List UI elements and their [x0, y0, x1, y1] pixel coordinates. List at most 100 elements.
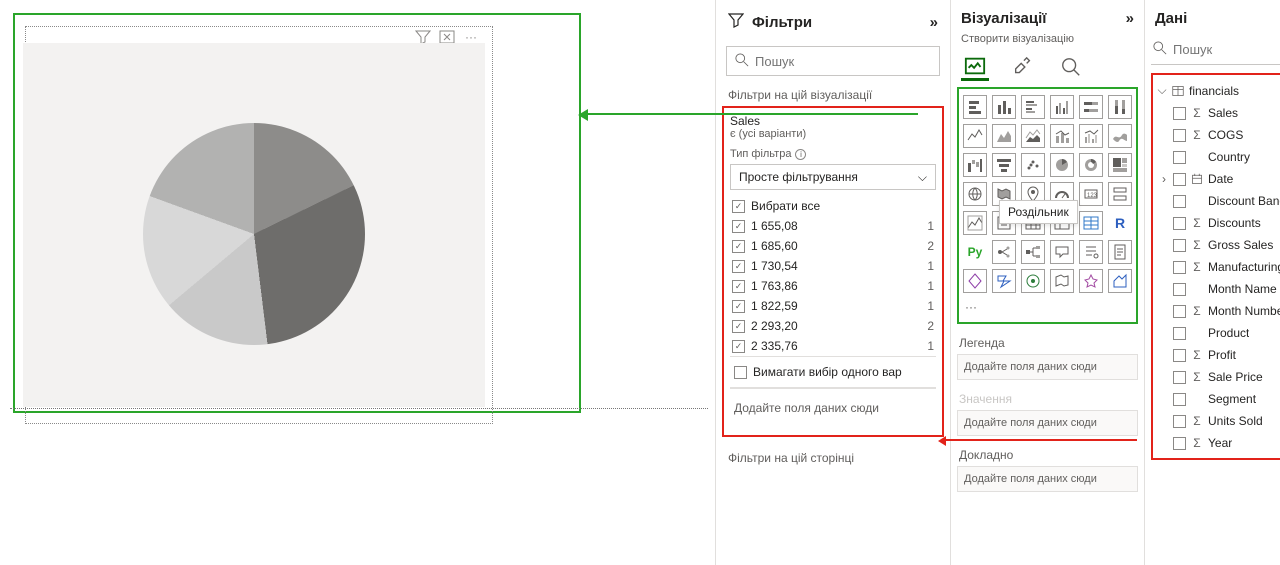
checkbox-icon[interactable]: [1173, 217, 1186, 230]
checkbox-icon[interactable]: [1173, 393, 1186, 406]
viz-waterfall[interactable]: [963, 153, 987, 177]
filters-search-input[interactable]: [755, 54, 931, 69]
viz-python[interactable]: Py: [963, 240, 987, 264]
checkbox-icon[interactable]: ✓: [732, 320, 745, 333]
legend-drop[interactable]: Додайте поля даних сюди: [957, 354, 1138, 380]
viz-donut[interactable]: [1079, 153, 1103, 177]
filter-value-row[interactable]: ✓1 763,861: [730, 276, 936, 296]
field-row[interactable]: ΣSale Price: [1155, 366, 1280, 388]
viz-map[interactable]: [963, 182, 987, 206]
checkbox-icon[interactable]: [1173, 305, 1186, 318]
checkbox-icon[interactable]: ✓: [732, 200, 745, 213]
viz-paginated-report[interactable]: [1108, 240, 1132, 264]
checkbox-icon[interactable]: [1173, 173, 1186, 186]
checkbox-icon[interactable]: ✓: [732, 220, 745, 233]
viz-100-stacked-column[interactable]: [1108, 95, 1132, 119]
more-visuals[interactable]: ···: [963, 298, 1132, 316]
filter-value-row[interactable]: ✓2 335,761: [730, 336, 936, 356]
field-row[interactable]: ›Date: [1155, 168, 1280, 190]
chevron-right-icon[interactable]: ›: [1159, 172, 1169, 186]
checkbox-icon[interactable]: [1173, 349, 1186, 362]
viz-ribbon[interactable]: [1108, 124, 1132, 148]
data-search[interactable]: [1151, 37, 1280, 65]
field-row[interactable]: Discount Band: [1155, 190, 1280, 212]
filters-search[interactable]: [726, 46, 940, 76]
viz-funnel[interactable]: [992, 153, 1016, 177]
tab-analytics[interactable]: [1057, 53, 1085, 81]
chevron-down-icon[interactable]: ⌵: [1157, 83, 1167, 98]
viz-multi-row-card[interactable]: [1108, 182, 1132, 206]
field-row[interactable]: ΣSales: [1155, 102, 1280, 124]
checkbox-icon[interactable]: [1173, 437, 1186, 450]
checkbox-icon[interactable]: [1173, 129, 1186, 142]
viz-r-script[interactable]: R: [1108, 211, 1132, 235]
expand-icon[interactable]: »: [930, 14, 938, 31]
pie-chart-visual[interactable]: [23, 43, 485, 407]
data-search-input[interactable]: [1173, 42, 1280, 57]
require-single-selection[interactable]: Вимагати вибір одного вар: [730, 356, 936, 388]
field-row[interactable]: Segment: [1155, 388, 1280, 410]
filter-value-row[interactable]: ✓1 822,591: [730, 296, 936, 316]
viz-shape-map[interactable]: [1050, 269, 1074, 293]
filter-value-row[interactable]: ✓1 685,602: [730, 236, 936, 256]
viz-arc-gis[interactable]: [1021, 269, 1045, 293]
viz-treemap[interactable]: [1108, 153, 1132, 177]
checkbox-icon[interactable]: ✓: [732, 240, 745, 253]
checkbox-icon[interactable]: [1173, 283, 1186, 296]
viz-kpi[interactable]: [963, 211, 987, 235]
viz-area[interactable]: [992, 124, 1016, 148]
checkbox-icon[interactable]: ✓: [732, 260, 745, 273]
viz-clustered-bar[interactable]: [1021, 95, 1045, 119]
table-header-row[interactable]: ⌵ financials: [1155, 79, 1280, 102]
viz-stacked-bar[interactable]: [963, 95, 987, 119]
filter-value-row[interactable]: ✓1 655,081: [730, 216, 936, 236]
field-row[interactable]: Product: [1155, 322, 1280, 344]
checkbox-icon[interactable]: [1173, 151, 1186, 164]
values-drop[interactable]: Додайте поля даних сюди: [957, 410, 1138, 436]
field-row[interactable]: ΣYear: [1155, 432, 1280, 454]
checkbox-icon[interactable]: ✓: [732, 300, 745, 313]
field-row[interactable]: ΣDiscounts: [1155, 212, 1280, 234]
details-drop[interactable]: Додайте поля даних сюди: [957, 466, 1138, 492]
viz-line-stacked-column[interactable]: [1050, 124, 1074, 148]
checkbox-icon[interactable]: [1173, 261, 1186, 274]
checkbox-icon[interactable]: [734, 366, 747, 379]
add-fields-drop[interactable]: Додайте поля даних сюди: [730, 388, 936, 427]
filter-field-name[interactable]: Sales: [730, 114, 936, 128]
viz-decomposition-tree[interactable]: [1021, 240, 1045, 264]
viz-qa[interactable]: [1050, 240, 1074, 264]
viz-stacked-column[interactable]: [992, 95, 1016, 119]
field-row[interactable]: ΣUnits Sold: [1155, 410, 1280, 432]
tab-build-visual[interactable]: [961, 53, 989, 81]
checkbox-icon[interactable]: [1173, 195, 1186, 208]
field-row[interactable]: ΣMonth Number: [1155, 300, 1280, 322]
viz-power-automate[interactable]: [992, 269, 1016, 293]
viz-100-stacked-bar[interactable]: [1079, 95, 1103, 119]
checkbox-icon[interactable]: ✓: [732, 280, 745, 293]
viz-line[interactable]: [963, 124, 987, 148]
checkbox-icon[interactable]: [1173, 239, 1186, 252]
field-row[interactable]: Country: [1155, 146, 1280, 168]
checkbox-icon[interactable]: [1173, 371, 1186, 384]
filter-value-row[interactable]: ✓2 293,202: [730, 316, 936, 336]
viz-custom1[interactable]: [1079, 269, 1103, 293]
field-row[interactable]: ΣProfit: [1155, 344, 1280, 366]
tab-format-visual[interactable]: [1009, 53, 1037, 81]
viz-table-alt[interactable]: [1079, 211, 1103, 235]
viz-pie[interactable]: [1050, 153, 1074, 177]
field-row[interactable]: ΣGross Sales: [1155, 234, 1280, 256]
viz-clustered-column[interactable]: [1050, 95, 1074, 119]
viz-scatter[interactable]: [1021, 153, 1045, 177]
info-icon[interactable]: i: [795, 149, 806, 160]
viz-line-clustered-column[interactable]: [1079, 124, 1103, 148]
viz-stacked-area[interactable]: [1021, 124, 1045, 148]
filter-type-dropdown[interactable]: Просте фільтрування ⌵: [730, 164, 936, 190]
checkbox-icon[interactable]: ✓: [732, 340, 745, 353]
field-row[interactable]: ΣManufacturing: [1155, 256, 1280, 278]
checkbox-icon[interactable]: [1173, 327, 1186, 340]
filter-value-row[interactable]: ✓1 730,541: [730, 256, 936, 276]
expand-icon[interactable]: »: [1126, 10, 1134, 27]
viz-smart-narrative[interactable]: [1079, 240, 1103, 264]
field-row[interactable]: Month Name: [1155, 278, 1280, 300]
field-row[interactable]: ΣCOGS: [1155, 124, 1280, 146]
